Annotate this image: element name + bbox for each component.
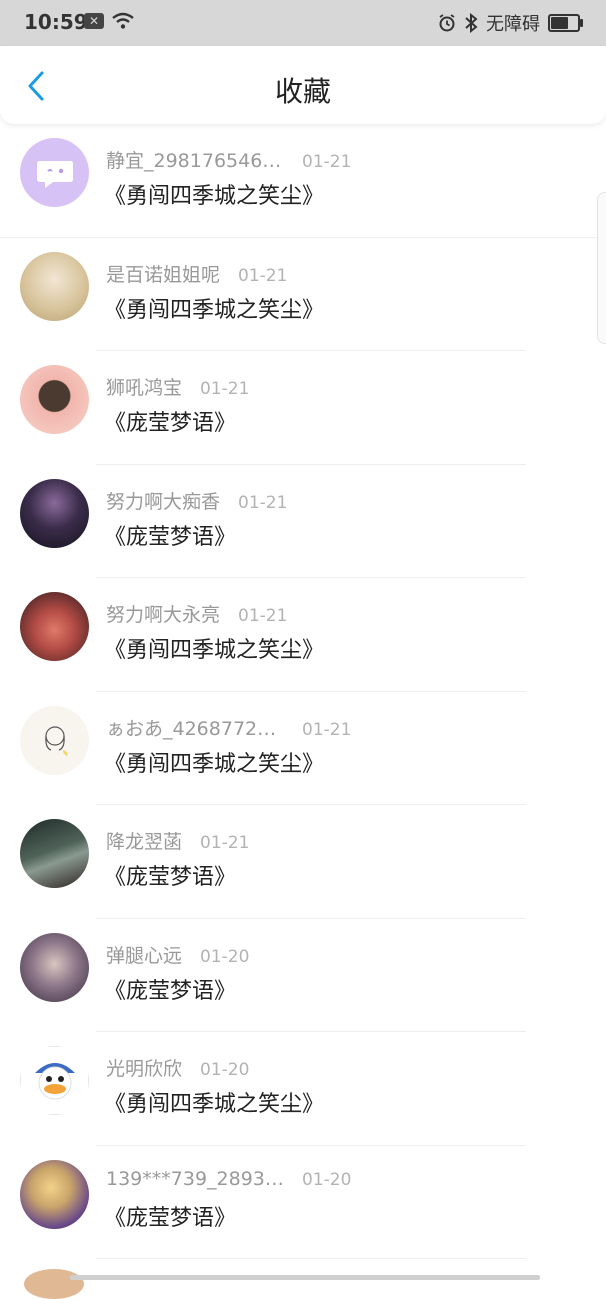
list-item[interactable]: ぁおあ_42687728... 01-21 《勇闯四季城之笑尘》 — [0, 692, 606, 805]
avatar[interactable] — [24, 1269, 84, 1299]
date: 01-20 — [200, 946, 250, 967]
status-time: 10:59 — [24, 10, 88, 34]
item-meta: 努力啊大永亮 01-21 — [106, 600, 287, 627]
avatar[interactable] — [20, 932, 89, 1002]
scrollbar[interactable] — [597, 192, 606, 344]
avatar[interactable] — [20, 251, 89, 321]
header: 收藏 — [0, 46, 606, 124]
list-item[interactable]: 努力啊大痴香 01-21 《庞莹梦语》 — [0, 465, 606, 578]
accessibility-label: 无障碍 — [486, 14, 540, 35]
story-title[interactable]: 《庞莹梦语》 — [104, 973, 236, 1005]
status-left-icons: ✕ — [84, 12, 134, 30]
username[interactable]: 降龙翌菡 — [106, 827, 182, 854]
date: 01-21 — [302, 152, 352, 172]
status-bar: 10:59 ✕ 无障碍 — [0, 0, 606, 46]
avatar[interactable] — [20, 138, 89, 207]
list-item[interactable]: 狮吼鸿宝 01-21 《庞莹梦语》 — [0, 351, 606, 465]
list-item-partial[interactable] — [0, 1259, 606, 1299]
item-meta: 弹腿心远 01-20 — [106, 941, 249, 968]
battery-fill — [551, 17, 568, 29]
date: 01-20 — [200, 1060, 250, 1080]
story-title[interactable]: 《勇闯四季城之笑尘》 — [104, 746, 324, 778]
date: 01-20 — [302, 1169, 352, 1190]
item-meta: 139***739_28933... 01-20 — [106, 1168, 351, 1190]
sketch-girl-icon — [44, 726, 67, 756]
item-meta: 狮吼鸿宝 01-21 — [106, 373, 249, 400]
item-meta: 降龙翌菡 01-21 — [106, 827, 249, 854]
story-title[interactable]: 《庞莹梦语》 — [104, 1200, 236, 1232]
item-meta: 是百诺姐姐呢 01-21 — [106, 260, 287, 287]
list-item[interactable]: 是百诺姐姐呢 01-21 《勇闯四季城之笑尘》 — [0, 238, 606, 351]
username[interactable]: 是百诺姐姐呢 — [106, 260, 220, 287]
avatar[interactable] — [20, 478, 89, 548]
item-meta: 努力啊大痴香 01-21 — [106, 487, 287, 514]
chat-bubble-icon — [20, 138, 89, 207]
date: 01-21 — [200, 379, 250, 399]
partial-content — [70, 1275, 540, 1280]
item-meta: ぁおあ_42687728... 01-21 — [106, 714, 351, 741]
username[interactable]: 努力啊大痴香 — [106, 487, 220, 514]
avatar[interactable] — [20, 1046, 89, 1115]
date: 01-21 — [238, 492, 288, 513]
duck-avatar-icon — [20, 1046, 89, 1115]
story-title[interactable]: 《勇闯四季城之笑尘》 — [104, 632, 324, 664]
story-title[interactable]: 《勇闯四季城之笑尘》 — [104, 178, 324, 210]
chat-bubble-glyph — [36, 160, 73, 188]
list-item[interactable]: 139***739_28933... 01-20 《庞莹梦语》 — [0, 1146, 606, 1259]
avatar[interactable] — [20, 592, 89, 661]
page-title: 收藏 — [274, 75, 331, 108]
username[interactable]: 弹腿心远 — [106, 941, 182, 968]
list-item[interactable]: 降龙翌菡 01-21 《庞莹梦语》 — [0, 805, 606, 919]
date: 01-21 — [238, 265, 288, 286]
duck-glyph — [34, 1062, 75, 1099]
battery-icon — [548, 14, 583, 32]
story-title[interactable]: 《勇闯四季城之笑尘》 — [104, 292, 324, 324]
username[interactable]: ぁおあ_42687728... — [106, 714, 284, 741]
story-title[interactable]: 《庞莹梦语》 — [104, 405, 236, 437]
wifi-icon — [112, 12, 134, 29]
status-right-icons: 无障碍 — [438, 10, 583, 36]
list-item[interactable]: 光明欣欣 01-20 《勇闯四季城之笑尘》 — [0, 1032, 606, 1146]
date: 01-21 — [238, 606, 288, 626]
avatar[interactable] — [20, 819, 89, 888]
avatar[interactable] — [20, 705, 89, 775]
favorites-list: 静宜_2981765468... 01-21 《勇闯四季城之笑尘》 是百诺姐姐呢… — [0, 124, 606, 1259]
story-title[interactable]: 《庞莹梦语》 — [104, 519, 236, 551]
username[interactable]: 139***739_28933... — [106, 1168, 284, 1190]
username[interactable]: 努力啊大永亮 — [106, 600, 220, 627]
date: 01-21 — [302, 719, 352, 740]
username[interactable]: 光明欣欣 — [106, 1054, 182, 1081]
story-title[interactable]: 《庞莹梦语》 — [104, 859, 236, 891]
list-item[interactable]: 静宜_2981765468... 01-21 《勇闯四季城之笑尘》 — [0, 124, 606, 238]
avatar[interactable] — [20, 1159, 89, 1229]
item-meta: 光明欣欣 01-20 — [106, 1054, 249, 1081]
date: 01-21 — [200, 833, 250, 853]
username[interactable]: 狮吼鸿宝 — [106, 373, 182, 400]
bluetooth-icon — [465, 13, 478, 33]
alarm-icon — [439, 14, 455, 32]
username[interactable]: 静宜_2981765468... — [106, 146, 284, 173]
item-meta: 静宜_2981765468... 01-21 — [106, 146, 351, 173]
avatar[interactable] — [20, 365, 89, 434]
list-item[interactable]: 弹腿心远 01-20 《庞莹梦语》 — [0, 919, 606, 1032]
list-item[interactable]: 努力啊大永亮 01-21 《勇闯四季城之笑尘》 — [0, 578, 606, 692]
notification-x-icon: ✕ — [84, 13, 104, 29]
story-title[interactable]: 《勇闯四季城之笑尘》 — [104, 1086, 324, 1118]
